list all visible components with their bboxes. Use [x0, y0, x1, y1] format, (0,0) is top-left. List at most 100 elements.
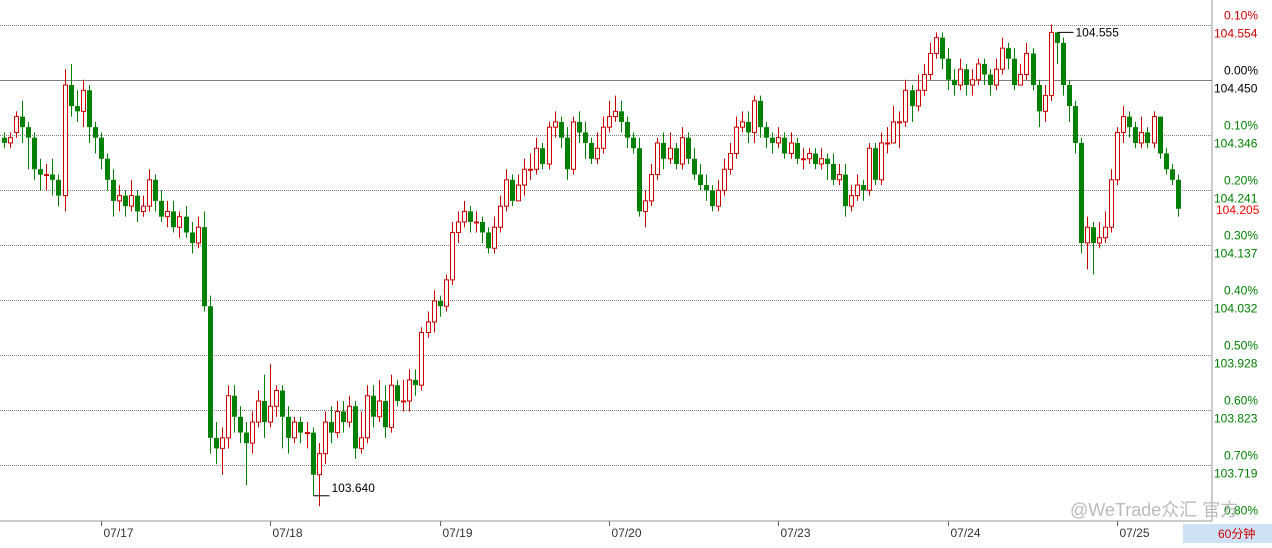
- candle-body: [69, 85, 74, 107]
- candle-body: [1176, 179, 1181, 209]
- candle-body: [510, 179, 515, 201]
- candle-body: [547, 126, 552, 165]
- candle-body: [129, 195, 134, 207]
- candle-body: [946, 58, 951, 80]
- candle-body: [232, 395, 237, 417]
- y-tick-pct-label: 0.70%: [1224, 449, 1258, 463]
- candle-body: [795, 142, 800, 159]
- candle-body: [1067, 85, 1072, 107]
- candle-body: [553, 121, 558, 128]
- candle-body: [244, 432, 249, 444]
- candle-body: [952, 79, 957, 86]
- candle-body: [111, 179, 116, 201]
- candle-body: [1097, 237, 1102, 244]
- candle-body: [99, 137, 104, 159]
- candle-body: [220, 437, 225, 449]
- candle-body: [861, 185, 866, 191]
- candle-body: [1139, 131, 1144, 144]
- candle-body: [141, 205, 146, 212]
- candle-body: [171, 211, 176, 228]
- candle-body: [365, 395, 370, 439]
- candle-body: [359, 437, 364, 449]
- candle-body: [849, 195, 854, 207]
- candle-body: [274, 389, 279, 407]
- candle-body: [1043, 95, 1048, 112]
- candle-body: [1024, 52, 1029, 75]
- candle-body: [897, 121, 902, 124]
- candle-body: [607, 116, 612, 128]
- candle-body: [1164, 153, 1169, 170]
- high-price-label: 104.555: [1076, 25, 1120, 39]
- candle-body: [922, 74, 927, 91]
- x-tick-label: 07/17: [104, 526, 134, 540]
- candle-body: [1018, 74, 1023, 86]
- candle-body: [819, 158, 824, 165]
- candle-body: [184, 216, 189, 233]
- candle-body: [1133, 127, 1138, 143]
- candle-body: [1049, 31, 1054, 97]
- candle-body: [202, 227, 207, 307]
- candle-body: [117, 195, 122, 202]
- candle-body: [498, 205, 503, 228]
- candlestick-chart[interactable]: 0.10% 104.554 0.00% 104.450 0.10% 104.346 0.20…: [0, 0, 1272, 543]
- candle-body: [867, 147, 872, 191]
- candle-body: [153, 179, 158, 201]
- x-tick-label: 07/25: [1120, 526, 1150, 540]
- candle-body: [1037, 85, 1042, 112]
- grid-layer: [0, 0, 1213, 526]
- candle-body: [522, 168, 527, 186]
- candle-body: [492, 226, 497, 249]
- candle-body: [38, 169, 43, 175]
- candle-body: [976, 63, 981, 81]
- y-tick-pct-label: 0.10%: [1224, 9, 1258, 23]
- candle-body: [825, 158, 830, 165]
- candle-body: [571, 121, 576, 170]
- candle-body: [444, 279, 449, 307]
- candle-body: [843, 174, 848, 207]
- y-tick-pct-label: 0.00%: [1224, 64, 1258, 78]
- candle-body: [782, 137, 787, 154]
- candle-body: [250, 421, 255, 444]
- candle-body: [262, 400, 267, 423]
- candle-body: [565, 137, 570, 170]
- candle-body: [14, 116, 19, 133]
- candle-body: [601, 126, 606, 149]
- candle-body: [159, 200, 164, 217]
- y-tick-price-label: 103.928: [1214, 357, 1258, 371]
- y-tick-price-label: 104.137: [1214, 247, 1258, 261]
- candle-body: [335, 411, 340, 434]
- candle-body: [44, 174, 49, 177]
- candle-body: [1115, 131, 1120, 181]
- candle-body: [559, 121, 564, 138]
- candle-body: [395, 385, 400, 401]
- candle-body: [752, 100, 757, 133]
- candle-body: [214, 437, 219, 449]
- candle-body: [468, 211, 473, 222]
- candle-body: [855, 184, 860, 197]
- candle-body: [649, 174, 654, 202]
- candle-body: [885, 142, 890, 145]
- candle-body: [873, 148, 878, 180]
- candle-body: [1145, 132, 1150, 143]
- watermark-text: @WeTrade众汇 官方: [1070, 500, 1238, 520]
- candle-body: [903, 89, 908, 123]
- candle-body: [710, 190, 715, 207]
- chart-canvas: 0.10% 104.554 0.00% 104.450 0.10% 104.346 0.20…: [0, 0, 1272, 543]
- candle-body: [50, 174, 55, 180]
- candle-body: [704, 185, 709, 191]
- candle-body: [456, 221, 461, 233]
- candle-body: [698, 174, 703, 186]
- candle-body: [1031, 53, 1036, 86]
- candle-body: [940, 37, 945, 59]
- candle-body: [668, 147, 673, 160]
- candle-body: [789, 142, 794, 154]
- candle-body: [347, 405, 352, 423]
- candle-body: [970, 79, 975, 86]
- candle-body: [8, 137, 13, 144]
- candle-body: [480, 221, 485, 233]
- candle-body: [280, 390, 285, 417]
- y-tick-price-label: 104.032: [1214, 302, 1258, 316]
- period-selector-label[interactable]: 60分钟: [1218, 526, 1255, 541]
- y-tick-pct-label: 0.20%: [1224, 174, 1258, 188]
- candle-body: [934, 37, 939, 54]
